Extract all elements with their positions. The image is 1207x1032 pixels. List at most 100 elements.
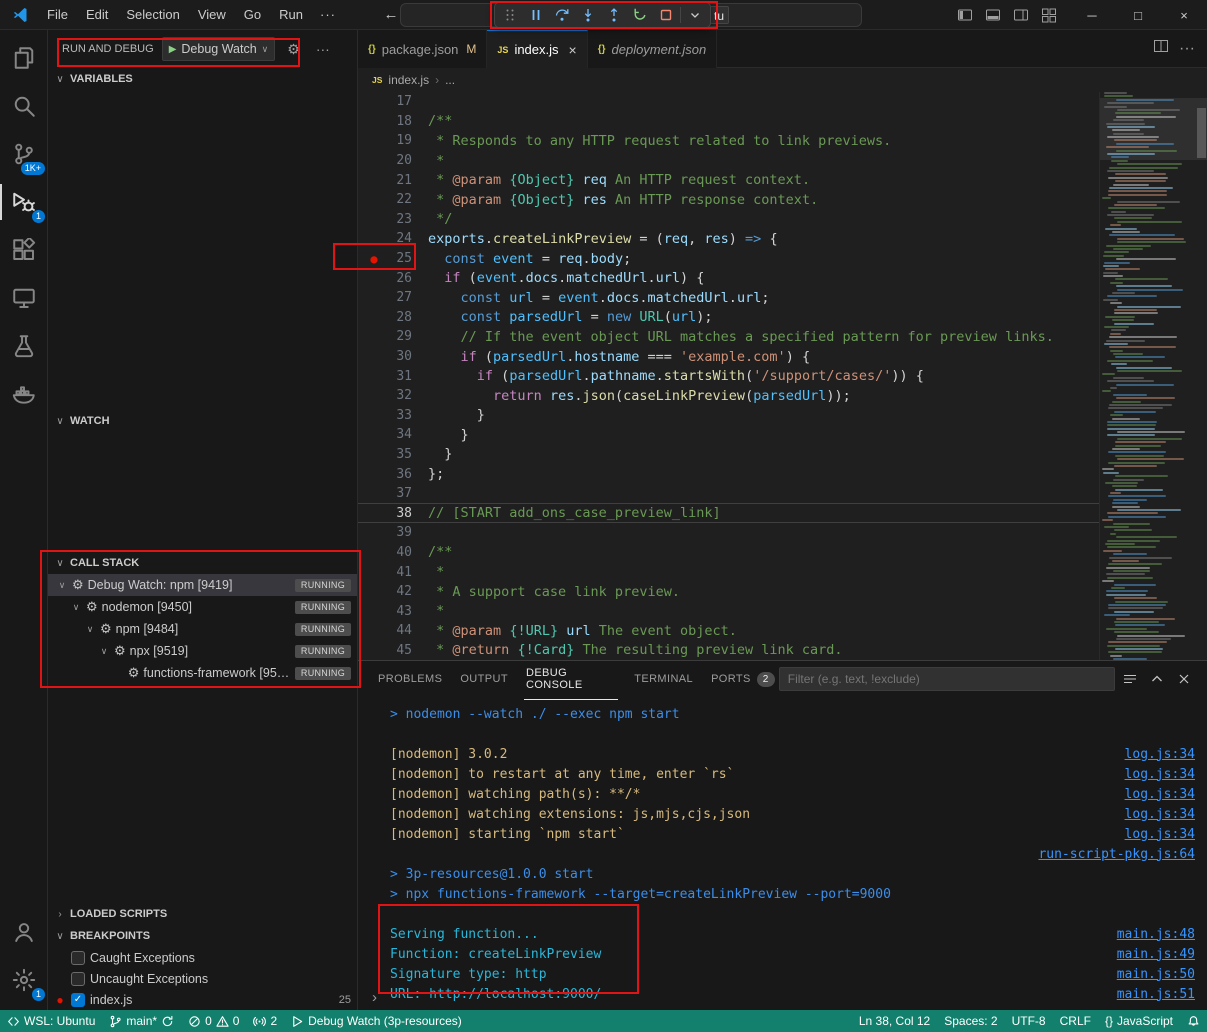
code-line-31[interactable]: 31 if (parsedUrl.pathname.startsWith('/s…: [358, 366, 1099, 386]
gutter[interactable]: 27: [358, 290, 412, 305]
activity-search[interactable]: [0, 82, 48, 130]
pause-button[interactable]: [523, 3, 549, 27]
activity-extensions[interactable]: [0, 226, 48, 274]
close-button[interactable]: ×: [1161, 0, 1207, 30]
code-line-29[interactable]: 29 // If the event object URL matches a …: [358, 327, 1099, 347]
activity-docker[interactable]: [0, 370, 48, 418]
gutter[interactable]: 23: [358, 212, 412, 227]
minimize-button[interactable]: ─: [1069, 0, 1115, 30]
gutter[interactable]: ●25: [358, 251, 412, 266]
source-link[interactable]: main.js:48: [1117, 927, 1195, 942]
checkbox[interactable]: ✓: [71, 993, 85, 1007]
maximize-panel-icon[interactable]: [1144, 666, 1169, 692]
checkbox[interactable]: [71, 972, 85, 986]
source-link[interactable]: main.js:49: [1117, 947, 1195, 962]
gutter[interactable]: 42: [358, 584, 412, 599]
activity-accounts[interactable]: [0, 908, 48, 956]
code-line-43[interactable]: 43 *: [358, 601, 1099, 621]
code-line-18[interactable]: 18/**: [358, 112, 1099, 132]
close-panel-icon[interactable]: [1172, 666, 1197, 692]
gutter[interactable]: 34: [358, 427, 412, 442]
gutter[interactable]: 21: [358, 173, 412, 188]
code-line-38[interactable]: 38// [START add_ons_case_preview_link]: [358, 503, 1099, 523]
code-line-27[interactable]: 27 const url = event.docs.matchedUrl.url…: [358, 288, 1099, 308]
code-line-34[interactable]: 34 }: [358, 425, 1099, 445]
debug-status[interactable]: Debug Watch (3p-resources): [284, 1010, 469, 1032]
section-breakpoints[interactable]: ∨BREAKPOINTS: [48, 925, 357, 947]
step-out-button[interactable]: [601, 3, 627, 27]
code-line-24[interactable]: 24exports.createLinkPreview = (req, res)…: [358, 229, 1099, 249]
code-line-22[interactable]: 22 * @param {Object} res An HTTP respons…: [358, 190, 1099, 210]
gutter[interactable]: 30: [358, 349, 412, 364]
menu-run[interactable]: Run: [270, 0, 312, 30]
source-link[interactable]: log.js:34: [1125, 767, 1195, 782]
tab-package.json[interactable]: {}package.jsonM: [358, 30, 487, 68]
gutter[interactable]: 44: [358, 623, 412, 638]
code-line-21[interactable]: 21 * @param {Object} req An HTTP request…: [358, 170, 1099, 190]
section-watch[interactable]: ∨WATCH: [48, 410, 357, 432]
gutter[interactable]: 18: [358, 114, 412, 129]
gutter[interactable]: 26: [358, 271, 412, 286]
maximize-button[interactable]: □: [1115, 0, 1161, 30]
toggle-sidebar-icon[interactable]: [951, 0, 979, 30]
panel-tab-problems[interactable]: PROBLEMS: [376, 657, 444, 700]
call-stack-session[interactable]: ∨⚙nodemon [9450]RUNNING: [48, 596, 357, 618]
source-link[interactable]: log.js:34: [1125, 747, 1195, 762]
activity-settings[interactable]: 1: [0, 956, 48, 1004]
gutter[interactable]: 32: [358, 388, 412, 403]
code-line-37[interactable]: 37: [358, 484, 1099, 504]
panel-tab-debug-console[interactable]: DEBUG CONSOLE: [524, 657, 618, 700]
code-line-19[interactable]: 19 * Responds to any HTTP request relate…: [358, 131, 1099, 151]
source-link[interactable]: log.js:34: [1125, 787, 1195, 802]
split-editor-icon[interactable]: [1153, 38, 1169, 59]
editor-scrollbar[interactable]: [1197, 108, 1206, 158]
step-over-button[interactable]: [549, 3, 575, 27]
gutter[interactable]: 36: [358, 467, 412, 482]
customize-layout-icon[interactable]: [1035, 0, 1063, 30]
checkbox[interactable]: [71, 951, 85, 965]
gutter[interactable]: 22: [358, 192, 412, 207]
gutter[interactable]: 38: [358, 506, 412, 521]
section-call-stack[interactable]: ∨CALL STACK: [48, 552, 357, 574]
breakpoint-item[interactable]: Uncaught Exceptions: [48, 968, 357, 989]
language-mode[interactable]: {}JavaScript: [1098, 1010, 1180, 1032]
call-stack-session[interactable]: ∨⚙npx [9519]RUNNING: [48, 640, 357, 662]
branch-indicator[interactable]: main*: [102, 1010, 181, 1032]
toggle-panel-icon[interactable]: [979, 0, 1007, 30]
restart-button[interactable]: [627, 3, 653, 27]
menu-go[interactable]: Go: [235, 0, 270, 30]
menu-edit[interactable]: Edit: [77, 0, 117, 30]
step-into-button[interactable]: [575, 3, 601, 27]
code-line-33[interactable]: 33 }: [358, 406, 1099, 426]
code-line-41[interactable]: 41 *: [358, 562, 1099, 582]
ports-indicator[interactable]: 2: [246, 1010, 284, 1032]
code-line-23[interactable]: 23 */: [358, 210, 1099, 230]
gutter[interactable]: 45: [358, 643, 412, 658]
console-options-icon[interactable]: [1117, 666, 1142, 692]
remote-indicator[interactable]: WSL: Ubuntu: [0, 1010, 102, 1032]
gutter[interactable]: 43: [358, 604, 412, 619]
activity-explorer[interactable]: [0, 34, 48, 82]
chevron-down-icon[interactable]: ∨: [84, 624, 96, 635]
code-line-28[interactable]: 28 const parsedUrl = new URL(url);: [358, 308, 1099, 328]
code-line-39[interactable]: 39: [358, 523, 1099, 543]
problems-indicator[interactable]: 0 0: [181, 1010, 246, 1032]
activity-run-and-debug[interactable]: 1: [0, 178, 48, 226]
code-line-44[interactable]: 44 * @param {!URL} url The event object.: [358, 621, 1099, 641]
code-line-42[interactable]: 42 * A support case link preview.: [358, 582, 1099, 602]
encoding[interactable]: UTF-8: [1005, 1010, 1053, 1032]
gutter[interactable]: 20: [358, 153, 412, 168]
launch-config-select[interactable]: ▶ Debug Watch ∨: [162, 37, 276, 61]
code-line-40[interactable]: 40/**: [358, 543, 1099, 563]
panel-tab-terminal[interactable]: TERMINAL: [632, 657, 695, 700]
code-line-17[interactable]: 17: [358, 92, 1099, 112]
debug-session-chevron[interactable]: [682, 3, 708, 27]
call-stack-session[interactable]: ⚙functions-framework [954...RUNNING: [48, 662, 357, 684]
console-input-chevron[interactable]: ›: [372, 989, 377, 1006]
breakpoint-item[interactable]: Caught Exceptions: [48, 947, 357, 968]
source-link[interactable]: log.js:34: [1125, 807, 1195, 822]
code-editor[interactable]: 1718/**19 * Responds to any HTTP request…: [358, 92, 1207, 660]
source-link[interactable]: log.js:34: [1125, 827, 1195, 842]
panel-tab-ports[interactable]: PORTS2: [709, 657, 777, 700]
tab-deployment.json[interactable]: {}deployment.json: [588, 30, 717, 68]
